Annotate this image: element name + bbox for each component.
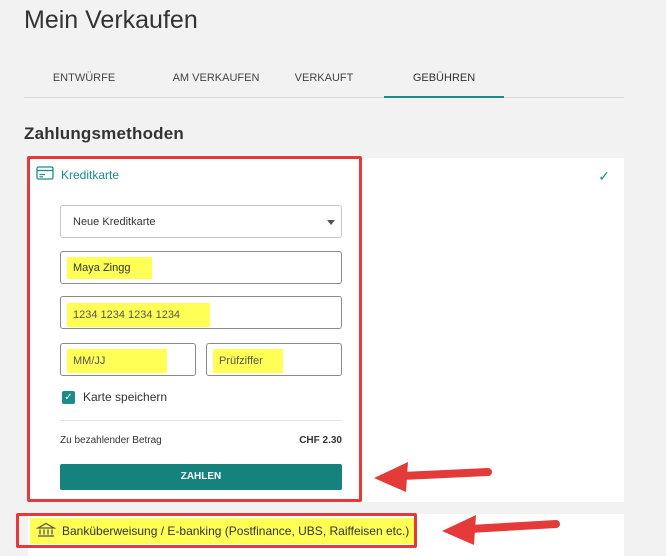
tab-entwuerfe[interactable]: ENTWÜRFE xyxy=(24,58,144,98)
cardholder-name-value: Maya Zingg xyxy=(67,257,153,279)
save-card-row[interactable]: ✓ Karte speichern xyxy=(62,390,167,404)
tab-bar: ENTWÜRFE AM VERKAUFEN VERKAUFT GEBÜHREN xyxy=(24,58,624,98)
expiry-input[interactable]: MM/JJ xyxy=(60,343,196,376)
amount-label: Zu bezahlender Betrag xyxy=(60,435,162,446)
credit-card-icon xyxy=(36,166,54,183)
bank-icon xyxy=(35,522,57,541)
checkmark-icon: ✓ xyxy=(598,168,610,184)
card-number-input[interactable]: 1234 1234 1234 1234 xyxy=(60,296,342,329)
card-number-placeholder: 1234 1234 1234 1234 xyxy=(67,303,211,327)
bank-transfer-option[interactable]: Banküberweisung / E-banking (Postfinance… xyxy=(30,518,416,544)
card-select[interactable]: Neue Kreditkarte xyxy=(60,205,342,238)
credit-card-option[interactable]: Kreditkarte xyxy=(36,166,119,183)
section-title: Zahlungsmethoden xyxy=(24,124,184,143)
page-title: Mein Verkaufen xyxy=(24,6,198,34)
annotation-arrow-icon xyxy=(442,515,560,545)
chevron-down-icon xyxy=(327,220,335,225)
card-select-value: Neue Kreditkarte xyxy=(73,216,156,228)
save-card-label: Karte speichern xyxy=(83,390,168,404)
credit-card-label: Kreditkarte xyxy=(61,167,120,182)
cvc-input[interactable]: Prüfziffer xyxy=(206,343,342,376)
cvc-placeholder: Prüfziffer xyxy=(213,349,283,373)
divider xyxy=(60,420,342,421)
expiry-placeholder: MM/JJ xyxy=(67,349,168,373)
annotation-arrow-icon xyxy=(374,462,492,492)
tab-verkauft[interactable]: VERKAUFT xyxy=(264,58,384,98)
save-card-checkbox[interactable]: ✓ xyxy=(62,390,75,404)
tab-gebuehren[interactable]: GEBÜHREN xyxy=(384,58,504,98)
pay-button[interactable]: ZAHLEN xyxy=(60,464,342,490)
bank-transfer-label: Banküberweisung / E-banking (Postfinance… xyxy=(62,524,410,538)
cardholder-name-input[interactable]: Maya Zingg xyxy=(60,251,342,284)
amount-value: CHF 2.30 xyxy=(299,435,342,446)
